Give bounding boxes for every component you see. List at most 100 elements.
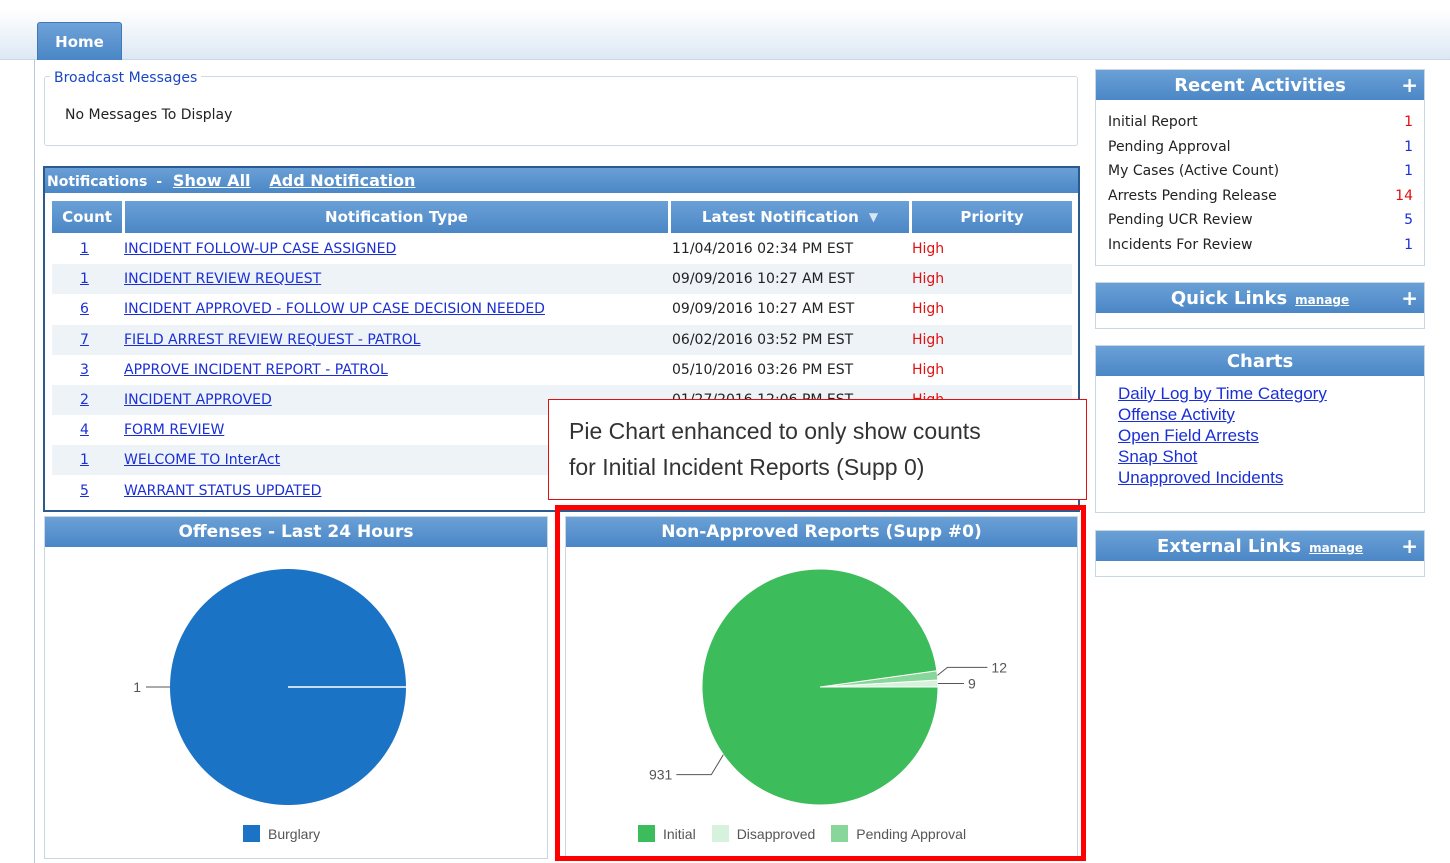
legend-item-burglary: Burglary [243,825,320,842]
recent-activity-item[interactable]: Pending Approval 1 [1108,135,1413,159]
callout-annotation: Pie Chart enhanced to only show counts f… [548,399,1087,500]
tab-home[interactable]: Home [37,22,122,60]
notification-type-link[interactable]: WARRANT STATUS UPDATED [124,476,321,506]
pie-data-label: 1 [133,679,141,695]
recent-activities-title: Recent Activities [1174,74,1346,96]
offenses-chart-title: Offenses - Last 24 Hours [45,517,547,547]
recent-activity-label: Pending Approval [1108,138,1231,155]
chart-link-daily-log[interactable]: Daily Log by Time Category [1118,383,1424,404]
recent-activities-header: Recent Activities + [1096,70,1424,100]
table-row: 3 APPROVE INCIDENT REPORT - PATROL 05/10/2… [52,355,1072,385]
recent-activity-count[interactable]: 1 [1404,233,1413,257]
show-all-link[interactable]: Show All [173,171,251,190]
latest-notification-label: Latest Notification [701,208,859,226]
recent-activity-count[interactable]: 1 [1404,159,1413,183]
quick-links-panel: Quick Links manage + [1095,282,1425,329]
chart-link-offense-activity[interactable]: Offense Activity [1118,404,1424,425]
notification-count-link[interactable]: 1 [80,445,89,475]
notification-count-link[interactable]: 1 [80,234,89,264]
notification-priority: High [912,241,945,257]
external-links-manage-link[interactable]: manage [1309,541,1363,555]
quick-links-manage-link[interactable]: manage [1295,293,1349,307]
column-header-count[interactable]: Count [52,201,122,233]
notification-latest-date: 09/09/2016 10:27 AM EST [672,271,855,288]
callout-line-1: Pie Chart enhanced to only show counts [569,418,981,444]
offenses-chart-legend: Burglary [243,825,336,842]
column-header-notification-type[interactable]: Notification Type [125,201,668,233]
recent-activity-label: Initial Report [1108,114,1198,130]
charts-title: Charts [1226,350,1294,372]
sort-down-icon[interactable]: ▼ [869,210,878,224]
recent-activity-item[interactable]: Initial Report 1 [1108,110,1413,134]
notification-latest-date: 06/02/2016 03:52 PM EST [672,331,854,348]
column-header-priority[interactable]: Priority [912,201,1072,233]
column-header-latest-notification[interactable]: Latest Notification ▼ [671,201,909,233]
recent-activity-count[interactable]: 1 [1404,110,1413,134]
notification-type-link[interactable]: APPROVE INCIDENT REPORT - PATROL [124,355,388,385]
notification-count-link[interactable]: 6 [80,294,89,324]
recent-activity-count[interactable]: 1 [1404,135,1413,159]
header-bar [0,10,1450,60]
notification-count-link[interactable]: 3 [80,355,89,385]
recent-activity-count[interactable]: 5 [1404,208,1413,232]
notifications-separator: - [156,174,163,190]
recent-activity-count[interactable]: 14 [1395,184,1413,208]
notification-type-link[interactable]: FIELD ARREST REVIEW REQUEST - PATROL [124,325,420,355]
recent-activity-label: My Cases (Active Count) [1108,163,1280,179]
add-notification-link[interactable]: Add Notification [269,171,415,190]
quick-links-header: Quick Links manage + [1096,283,1424,313]
external-links-plus-icon[interactable]: + [1401,534,1418,558]
table-row: 1 INCIDENT REVIEW REQUEST 09/09/2016 10:27… [52,264,1072,295]
notification-priority: High [912,301,945,318]
recent-activity-label: Arrests Pending Release [1108,187,1277,204]
notification-priority: High [912,271,945,288]
notifications-header: Notifications - Show All Add Notificatio… [45,168,1078,193]
broadcast-messages-title: Broadcast Messages [50,70,202,86]
notification-priority: High [912,331,945,348]
notification-count-link[interactable]: 1 [80,264,89,294]
external-links-title: External Links [1156,535,1302,557]
broadcast-message-text: No Messages To Display [65,107,233,123]
charts-links-list: Daily Log by Time Category Offense Activ… [1096,376,1424,488]
legend-swatch-burglary [243,825,260,842]
chart-link-open-field-arrests[interactable]: Open Field Arrests [1118,425,1424,446]
notification-type-link[interactable]: FORM REVIEW [124,415,224,445]
notification-count-link[interactable]: 4 [80,415,89,445]
recent-activity-item[interactable]: Incidents For Review 1 [1108,233,1413,257]
quick-links-title: Quick Links [1170,287,1288,309]
table-row: 1 INCIDENT FOLLOW-UP CASE ASSIGNED 11/04/2… [52,234,1072,264]
notification-count-link[interactable]: 7 [80,325,89,355]
recent-activity-label: Pending UCR Review [1108,212,1253,228]
notification-latest-date: 05/10/2016 03:26 PM EST [672,361,854,378]
callout-line-2: for Initial Incident Reports (Supp 0) [569,454,925,480]
external-links-panel: External Links manage + [1095,530,1425,577]
charts-panel: Charts Daily Log by Time Category Offens… [1095,345,1425,513]
quick-links-plus-icon[interactable]: + [1401,286,1418,310]
notification-type-link[interactable]: INCIDENT FOLLOW-UP CASE ASSIGNED [124,234,396,264]
charts-header: Charts [1096,346,1424,376]
notification-type-link[interactable]: INCIDENT APPROVED - FOLLOW UP CASE DECIS… [124,294,545,324]
notification-type-link[interactable]: WELCOME TO InterAct [124,445,280,475]
offenses-pie-chart: 1 [133,569,406,805]
chart-link-unapproved-incidents[interactable]: Unapproved Incidents [1118,467,1424,488]
recent-activity-item[interactable]: Arrests Pending Release 14 [1108,184,1413,208]
recent-activities-plus-icon[interactable]: + [1401,73,1418,97]
notification-type-link[interactable]: INCIDENT REVIEW REQUEST [124,264,321,294]
table-row: 7 FIELD ARREST REVIEW REQUEST - PATROL 06/… [52,324,1072,355]
notifications-title: Notifications [47,174,148,190]
legend-label-burglary: Burglary [268,825,321,842]
recent-activity-item[interactable]: Pending UCR Review 5 [1108,208,1413,232]
recent-activities-panel: Recent Activities + Initial Report 1 Pendi… [1095,69,1425,266]
recent-activity-item[interactable]: My Cases (Active Count) 1 [1108,159,1413,183]
notification-count-link[interactable]: 5 [80,476,89,506]
chart-link-snap-shot[interactable]: Snap Shot [1118,446,1424,467]
offenses-chart-panel: Offenses - Last 24 Hours 1 Burglary [44,516,548,859]
table-row: 6 INCIDENT APPROVED - FOLLOW UP CASE DECI… [52,294,1072,324]
notification-latest-date: 09/09/2016 10:27 AM EST [672,301,855,318]
notification-type-link[interactable]: INCIDENT APPROVED [124,385,272,415]
notification-count-link[interactable]: 2 [80,385,89,415]
recent-activity-label: Incidents For Review [1108,236,1253,253]
notification-latest-date: 11/04/2016 02:34 PM EST [672,241,854,257]
highlight-box [555,505,1086,861]
external-links-header: External Links manage + [1096,531,1424,561]
